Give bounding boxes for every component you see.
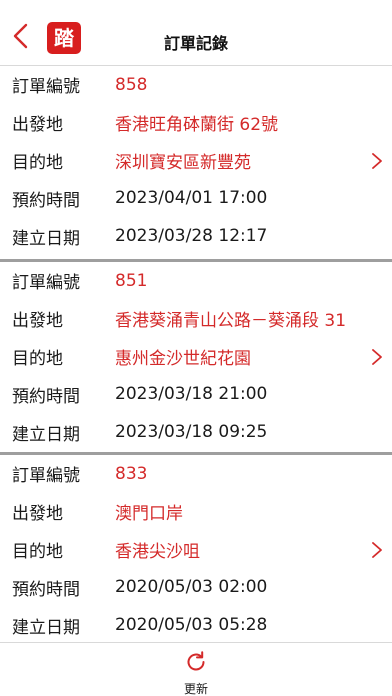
order-card[interactable]: 訂單編號 833 出發地 澳門口岸 目的地 香港尖沙咀 預約時間 2020/05… [0,452,392,645]
created-date-label: 建立日期 [12,617,80,638]
created-date-label: 建立日期 [12,228,80,249]
booking-time-label: 預約時間 [12,386,80,407]
created-date-label: 建立日期 [12,424,80,445]
booking-time-value: 2020/05/03 02:00 [115,577,268,597]
created-date-value: 2023/03/18 09:25 [115,422,268,442]
origin-label: 出發地 [12,114,63,135]
booking-time-label: 預約時間 [12,579,80,600]
destination-value: 香港尖沙咀 [115,541,200,562]
origin-row: 出發地 香港葵涌青山公路－葵涌段 31 [0,299,392,337]
order-number-value: 858 [115,74,148,95]
order-number-value: 833 [115,463,148,484]
bottom-toolbar: 更新 [0,642,392,696]
created-date-value: 2023/03/28 12:17 [115,226,268,246]
order-card[interactable]: 訂單編號 851 出發地 香港葵涌青山公路－葵涌段 31 目的地 惠州金沙世紀花… [0,259,392,452]
origin-label: 出發地 [12,503,63,524]
origin-value: 澳門口岸 [115,503,183,524]
created-date-row: 建立日期 2020/05/03 05:28 [0,606,392,644]
chevron-right-icon[interactable] [371,542,383,558]
page-title: 訂單記錄 [163,34,228,53]
origin-value: 香港旺角砵蘭街 62號 [115,114,279,135]
created-date-value: 2020/05/03 05:28 [115,615,268,635]
destination-label: 目的地 [12,541,63,562]
booking-time-value: 2023/03/18 21:00 [115,384,268,404]
booking-time-row: 預約時間 2020/05/03 02:00 [0,568,392,606]
refresh-button[interactable]: 更新 [176,647,216,696]
origin-row: 出發地 香港旺角砵蘭街 62號 [0,103,392,141]
chevron-right-icon[interactable] [371,349,383,365]
order-number-label: 訂單編號 [12,77,80,97]
origin-label: 出發地 [12,310,63,331]
booking-time-row: 預約時間 2023/04/01 17:00 [0,179,392,217]
destination-label: 目的地 [12,152,63,173]
booking-time-label: 預約時間 [12,190,80,211]
order-card[interactable]: 訂單編號 858 出發地 香港旺角砵蘭街 62號 目的地 深圳寶安區新豐苑 預約… [0,66,392,259]
navigation-bar: 踏 訂單記錄 [0,0,392,66]
chevron-right-icon[interactable] [371,153,383,169]
destination-row[interactable]: 目的地 香港尖沙咀 [0,530,392,568]
order-number-row: 訂單編號 858 [0,66,392,103]
created-date-row: 建立日期 2023/03/18 09:25 [0,413,392,451]
order-number-row: 訂單編號 833 [0,455,392,492]
order-number-label: 訂單編號 [12,466,80,486]
destination-row[interactable]: 目的地 惠州金沙世紀花園 [0,337,392,375]
order-number-label: 訂單編號 [12,273,80,293]
created-date-row: 建立日期 2023/03/28 12:17 [0,217,392,255]
origin-value: 香港葵涌青山公路－葵涌段 31 [115,310,347,331]
order-number-row: 訂單編號 851 [0,262,392,299]
destination-value: 惠州金沙世紀花園 [115,348,251,369]
destination-row[interactable]: 目的地 深圳寶安區新豐苑 [0,141,392,179]
order-number-value: 851 [115,270,148,291]
refresh-label: 更新 [183,682,208,696]
origin-row: 出發地 澳門口岸 [0,492,392,530]
destination-value: 深圳寶安區新豐苑 [115,152,251,173]
refresh-icon [187,651,205,671]
destination-label: 目的地 [12,348,63,369]
booking-time-row: 預約時間 2023/03/18 21:00 [0,375,392,413]
booking-time-value: 2023/04/01 17:00 [115,188,268,208]
order-list: 訂單編號 858 出發地 香港旺角砵蘭街 62號 目的地 深圳寶安區新豐苑 預約… [0,66,392,645]
